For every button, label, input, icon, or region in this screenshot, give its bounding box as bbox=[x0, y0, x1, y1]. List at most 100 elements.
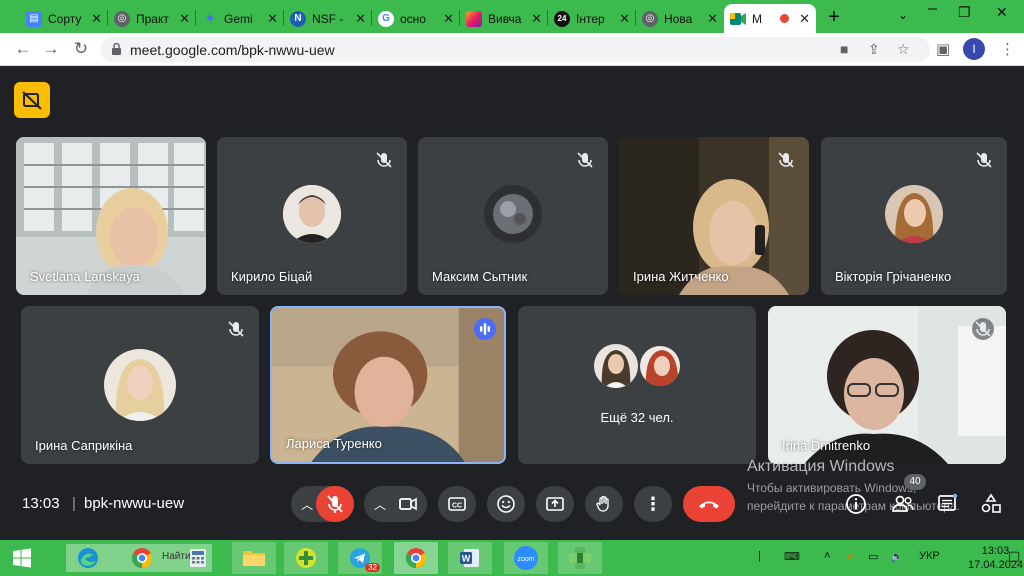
raise-hand-button[interactable] bbox=[585, 486, 623, 522]
keyboard-icon[interactable]: ⌨ bbox=[784, 550, 800, 563]
forward-arrow-icon[interactable]: → bbox=[40, 39, 62, 59]
new-tab-button[interactable]: + bbox=[823, 6, 845, 29]
participant-tile-iryna-s[interactable]: Ірина Саприкіна bbox=[21, 306, 259, 464]
browser-toolbar: ← → ↻ meet.google.com/bpk-nwwu-uew ■ ⇪ ☆… bbox=[0, 33, 1024, 66]
lock-icon bbox=[112, 43, 121, 55]
share-icon[interactable]: ⇪ bbox=[868, 41, 880, 58]
start-button[interactable] bbox=[0, 542, 44, 574]
chrome-active-taskbar-button[interactable] bbox=[394, 542, 438, 574]
browser-tab-strip: ▤ Сорту ✕ ◎ Практ ✕ ✦ Gemi ✕ N NSF - ✕ G… bbox=[0, 0, 1024, 33]
more-options-button[interactable]: ⋮ bbox=[634, 486, 672, 522]
reactions-button[interactable] bbox=[487, 486, 525, 522]
tab-label: Gemi bbox=[224, 11, 253, 26]
participant-tile-svetlana[interactable]: Svetlana Lanskaya bbox=[16, 137, 206, 295]
network-icon[interactable]: ▭ bbox=[868, 550, 878, 563]
no-camera-indicator-button[interactable] bbox=[14, 82, 50, 118]
tab-5[interactable]: G осно ✕ bbox=[372, 4, 460, 33]
participant-tile-viktoriia[interactable]: Вікторія Грічаненко bbox=[821, 137, 1007, 295]
close-icon[interactable]: ✕ bbox=[531, 11, 542, 27]
close-icon[interactable]: ✕ bbox=[619, 11, 630, 27]
participant-tile-larysa[interactable]: Лариса Туренко bbox=[270, 306, 506, 464]
language-indicator[interactable]: УКР bbox=[919, 550, 940, 562]
close-icon[interactable]: ✕ bbox=[443, 11, 454, 27]
bookmark-star-icon[interactable]: ☆ bbox=[897, 41, 910, 58]
tab-7[interactable]: 24 Інтер ✕ bbox=[548, 4, 636, 33]
tray-divider: | bbox=[758, 550, 761, 562]
plus-app-icon bbox=[296, 548, 316, 568]
tab-4[interactable]: N NSF - ✕ bbox=[284, 4, 372, 33]
chrome-icon bbox=[405, 548, 427, 569]
chrome-taskbar-button[interactable] bbox=[122, 542, 162, 574]
app-taskbar-button[interactable] bbox=[558, 542, 602, 574]
mic-toggle-button[interactable] bbox=[316, 486, 354, 522]
chat-button[interactable] bbox=[934, 491, 960, 517]
hang-up-icon bbox=[699, 501, 719, 509]
close-icon[interactable]: ✕ bbox=[355, 11, 366, 27]
participant-name: Ірина Житченко bbox=[633, 269, 729, 284]
tab-2[interactable]: ◎ Практ ✕ bbox=[108, 4, 196, 33]
folder-icon bbox=[243, 551, 265, 566]
tab-3[interactable]: ✦ Gemi ✕ bbox=[196, 4, 284, 33]
present-button[interactable] bbox=[536, 486, 574, 522]
participant-name: Ірина Саприкіна bbox=[35, 438, 133, 453]
info-icon bbox=[846, 494, 866, 514]
camera-icon[interactable]: ■ bbox=[840, 41, 848, 57]
close-icon[interactable]: ✕ bbox=[179, 11, 190, 27]
profile-avatar[interactable]: I bbox=[963, 38, 985, 60]
windows-activation-title: Активация Windows bbox=[747, 458, 895, 475]
leave-call-button[interactable] bbox=[683, 486, 735, 522]
camera-toggle-button[interactable] bbox=[389, 486, 427, 522]
participant-tile-kyrylo[interactable]: Кирило Біцай bbox=[217, 137, 407, 295]
speaker-icon[interactable]: 🔈 bbox=[890, 550, 904, 563]
gemini-icon: ✦ bbox=[204, 10, 216, 26]
reload-icon[interactable]: ↻ bbox=[70, 39, 92, 59]
tab-label: Нова bbox=[664, 11, 693, 26]
notification-icon[interactable]: ▢ bbox=[1008, 548, 1020, 564]
tab-search-chevron-icon[interactable]: ⌄ bbox=[898, 8, 908, 22]
participant-tile-iryna-zh[interactable]: Ірина Житченко bbox=[619, 137, 809, 295]
tab-1[interactable]: ▤ Сорту ✕ bbox=[20, 4, 108, 33]
participant-name: Irina Dmitrenko bbox=[782, 438, 871, 453]
tab-label: Інтер bbox=[576, 11, 605, 26]
people-button[interactable] bbox=[890, 491, 916, 517]
tab-8[interactable]: ◎ Нова ✕ bbox=[636, 4, 724, 33]
norton-icon[interactable]: ✔ bbox=[846, 550, 855, 563]
svg-text:zoom: zoom bbox=[517, 556, 534, 563]
sidebar-icon[interactable]: ▣ bbox=[936, 40, 950, 58]
participant-tile-more[interactable]: Ещё 32 чел. bbox=[518, 306, 756, 464]
add-app-taskbar-button[interactable] bbox=[284, 542, 328, 574]
chevron-up-icon[interactable]: ˄ bbox=[824, 550, 830, 562]
participant-tile-maksym[interactable]: Максим Сытник bbox=[418, 137, 608, 295]
mic-off-icon bbox=[976, 152, 992, 168]
zoom-taskbar-button[interactable]: zoom bbox=[504, 542, 548, 574]
word-taskbar-button[interactable]: W bbox=[448, 542, 492, 574]
calculator-taskbar-button[interactable] bbox=[178, 542, 218, 574]
participant-tile-irina-d[interactable]: Irina Dmitrenko bbox=[768, 306, 1006, 464]
divider: | bbox=[72, 495, 76, 512]
close-icon[interactable]: ✕ bbox=[267, 11, 278, 27]
windows-logo-icon bbox=[13, 548, 31, 568]
chevron-up-icon[interactable]: ︿ bbox=[301, 496, 313, 513]
meeting-info-button[interactable] bbox=[843, 491, 869, 517]
minimize-icon[interactable]: – bbox=[928, 0, 937, 18]
kebab-icon: ⋮ bbox=[644, 493, 662, 514]
close-icon[interactable]: ✕ bbox=[91, 11, 102, 27]
chevron-up-icon[interactable]: ︿ bbox=[374, 496, 386, 513]
meet-icon bbox=[730, 11, 746, 27]
svg-text:CC: CC bbox=[452, 503, 462, 510]
close-icon[interactable]: ✕ bbox=[799, 11, 810, 27]
captions-button[interactable]: CC bbox=[438, 486, 476, 522]
address-bar[interactable]: meet.google.com/bpk-nwwu-uew ■ ⇪ ☆ bbox=[100, 37, 930, 62]
activities-button[interactable] bbox=[978, 491, 1004, 517]
edge-taskbar-button[interactable] bbox=[68, 542, 108, 574]
globe-icon: ◎ bbox=[114, 10, 130, 27]
back-arrow-icon[interactable]: ← bbox=[12, 39, 34, 59]
window-close-icon[interactable]: ✕ bbox=[996, 4, 1008, 21]
restore-icon[interactable]: ❐ bbox=[958, 4, 971, 21]
close-icon[interactable]: ✕ bbox=[707, 11, 718, 27]
menu-kebab-icon[interactable]: ⋮ bbox=[1000, 40, 1015, 58]
file-explorer-taskbar-button[interactable] bbox=[232, 542, 276, 574]
tab-6[interactable]: Вивча ✕ bbox=[460, 4, 548, 33]
tab-meet-active[interactable]: M ✕ bbox=[724, 4, 816, 33]
telegram-taskbar-button[interactable]: 32 bbox=[338, 542, 382, 574]
